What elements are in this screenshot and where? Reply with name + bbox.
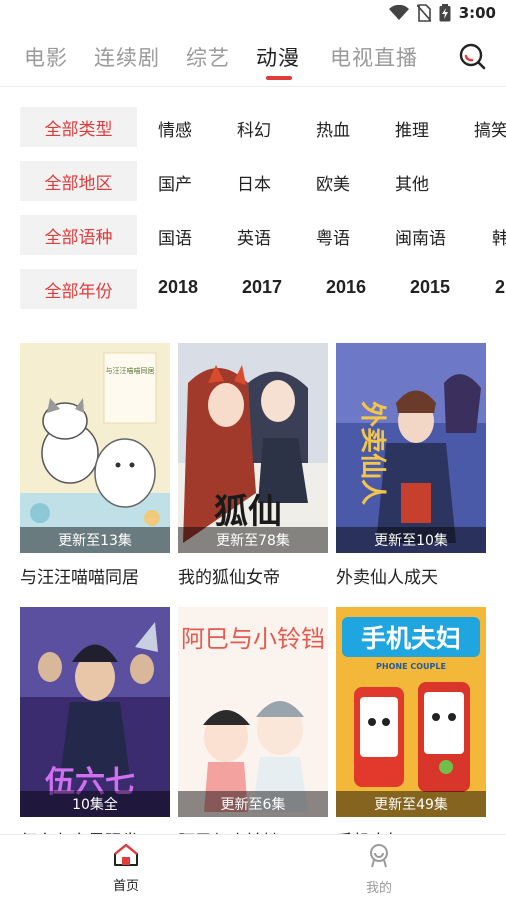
filter-option[interactable]: 情感 <box>158 116 192 141</box>
episode-badge: 更新至6集 <box>178 791 328 817</box>
wifi-icon <box>388 5 409 20</box>
status-time: 3:00 <box>458 4 496 22</box>
filter-option[interactable]: 2016 <box>326 277 366 298</box>
poster-text: 阿巳与小铃铛 <box>181 625 325 653</box>
nav-mine[interactable]: 我的 <box>319 843 439 896</box>
anime-card[interactable]: 阿巳与小铃铛 更新至6集 阿巳与小铃铛 <box>178 607 328 852</box>
poster-image[interactable]: 外卖仙人 更新至10集 <box>336 343 486 553</box>
poster-image[interactable]: 手机夫妇 PHONE COUPLE 更新至49集 <box>336 607 486 817</box>
filter-option[interactable]: 日本 <box>237 170 271 195</box>
poster-text: 手机夫妇 <box>361 624 461 653</box>
tab-movies[interactable]: 电影 <box>24 42 68 72</box>
poster-image[interactable]: 狐仙 更新至78集 <box>178 343 328 553</box>
anime-card[interactable]: 狐仙 更新至78集 我的狐仙女帝 <box>178 343 328 588</box>
home-icon <box>114 843 138 866</box>
poster-text: 狐仙 <box>214 492 282 532</box>
nav-home-label: 首页 <box>112 879 139 894</box>
filter-type-all[interactable]: 全部类型 <box>20 107 137 147</box>
tab-series[interactable]: 连续剧 <box>94 42 160 72</box>
profile-icon <box>370 844 388 868</box>
tab-variety[interactable]: 综艺 <box>186 42 230 72</box>
episode-badge: 更新至49集 <box>336 791 486 817</box>
bottom-nav: 首页 我的 <box>0 834 506 901</box>
battery-icon <box>439 4 451 22</box>
anime-card[interactable]: 手机夫妇 PHONE COUPLE 更新至49集 手机夫妇 <box>336 607 486 852</box>
filter-option[interactable]: 2017 <box>242 277 282 298</box>
tabs-divider <box>0 86 506 87</box>
filter-row-region: 全部地区 国产 日本 欧美 其他 <box>0 161 506 201</box>
category-tabs: 电影 连续剧 综艺 动漫 电视直播 <box>0 28 506 86</box>
poster-subtext: PHONE COUPLE <box>376 662 446 671</box>
filter-option[interactable]: 欧美 <box>316 170 350 195</box>
filter-option[interactable]: 搞笑 <box>474 116 506 141</box>
filter-option[interactable]: 2 <box>495 277 505 298</box>
filter-option[interactable]: 国产 <box>158 170 192 195</box>
filter-option[interactable]: 国语 <box>158 224 192 249</box>
poster-text: 外卖仙人 <box>357 401 387 505</box>
filter-year-all[interactable]: 全部年份 <box>20 269 137 309</box>
tab-live-tv[interactable]: 电视直播 <box>330 42 418 72</box>
no-sim-icon <box>416 4 431 22</box>
poster-image[interactable]: 与汪汪喵喵同居 更新至13集 <box>20 343 170 553</box>
filter-option[interactable]: 推理 <box>395 116 429 141</box>
card-title[interactable]: 与汪汪喵喵同居 <box>20 563 170 588</box>
card-title[interactable]: 我的狐仙女帝 <box>178 563 328 588</box>
filter-option[interactable]: 韩 <box>492 224 506 249</box>
nav-home[interactable]: 首页 <box>66 843 186 894</box>
filter-option[interactable]: 粤语 <box>316 224 350 249</box>
episode-badge: 10集全 <box>20 791 170 817</box>
filter-option[interactable]: 热血 <box>316 116 350 141</box>
filter-option[interactable]: 2015 <box>410 277 450 298</box>
search-icon[interactable] <box>458 42 486 70</box>
status-bar: 3:00 <box>0 0 506 28</box>
poster-image[interactable]: 伍六七 10集全 <box>20 607 170 817</box>
filter-row-type: 全部类型 情感 科幻 热血 推理 搞笑 <box>0 107 506 147</box>
anime-card[interactable]: 外卖仙人 更新至10集 外卖仙人成天 <box>336 343 486 588</box>
filter-option[interactable]: 其他 <box>395 170 429 195</box>
poster-image[interactable]: 阿巳与小铃铛 更新至6集 <box>178 607 328 817</box>
filter-option[interactable]: 科幻 <box>237 116 271 141</box>
filter-option[interactable]: 2018 <box>158 277 198 298</box>
episode-badge: 更新至10集 <box>336 527 486 553</box>
tab-anime[interactable]: 动漫 <box>256 42 300 72</box>
filter-option[interactable]: 闽南语 <box>395 224 446 249</box>
filter-option[interactable]: 英语 <box>237 224 271 249</box>
poster-text: 与汪汪喵喵同居 <box>106 367 155 375</box>
nav-mine-label: 我的 <box>365 881 392 896</box>
episode-badge: 更新至78集 <box>178 527 328 553</box>
filter-language-all[interactable]: 全部语种 <box>20 215 137 255</box>
card-title[interactable]: 外卖仙人成天 <box>336 563 486 588</box>
anime-card[interactable]: 伍六七 10集全 伍六七之最强发 <box>20 607 170 852</box>
active-tab-indicator <box>266 76 292 80</box>
episode-badge: 更新至13集 <box>20 527 170 553</box>
filter-row-year: 全部年份 2018 2017 2016 2015 2 <box>0 269 506 309</box>
anime-card[interactable]: 与汪汪喵喵同居 更新至13集 与汪汪喵喵同居 <box>20 343 170 588</box>
filter-row-language: 全部语种 国语 英语 粤语 闽南语 韩 <box>0 215 506 255</box>
filter-region-all[interactable]: 全部地区 <box>20 161 137 201</box>
